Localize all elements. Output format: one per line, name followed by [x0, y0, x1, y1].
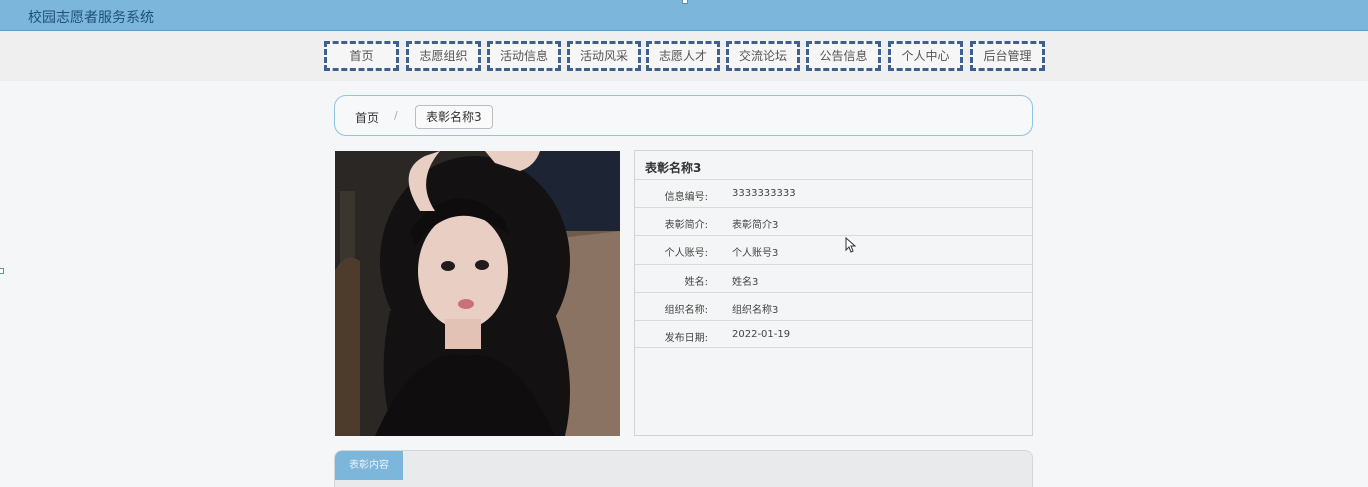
breadcrumb-current: 表彰名称3	[415, 105, 493, 129]
detail-row-org-name: 组织名称: 组织名称3	[635, 292, 1032, 320]
tab-award-content[interactable]: 表彰内容	[335, 451, 403, 480]
field-label: 个人账号:	[664, 248, 708, 259]
detail-row-name: 姓名: 姓名3	[635, 264, 1032, 292]
nav-item-activity-gallery[interactable]: 活动风采	[567, 41, 641, 71]
breadcrumb-separator: /	[394, 109, 398, 122]
resize-handle-left[interactable]	[0, 268, 4, 274]
field-label: 表彰简介:	[664, 220, 708, 231]
main-nav: 首页 志愿组织 活动信息 活动风采 志愿人才 交流论坛 公告信息 个人中心 后台…	[0, 31, 1368, 81]
field-value: 姓名3	[732, 277, 759, 288]
nav-item-home[interactable]: 首页	[324, 41, 399, 71]
detail-row-account: 个人账号: 个人账号3	[635, 235, 1032, 263]
detail-panel: 表彰名称3 信息编号: 3333333333 表彰简介: 表彰简介3 个人账号:…	[634, 150, 1033, 436]
site-title: 校园志愿者服务系统	[28, 10, 154, 26]
detail-row-info-id: 信息编号: 3333333333	[635, 179, 1032, 207]
nav-item-volunteer-talent[interactable]: 志愿人才	[646, 41, 720, 71]
nav-item-activity-info[interactable]: 活动信息	[487, 41, 561, 71]
field-value: 个人账号3	[732, 248, 779, 259]
nav-item-personal-center[interactable]: 个人中心	[888, 41, 963, 71]
detail-row-publish-date: 发布日期: 2022-01-19	[635, 320, 1032, 348]
nav-item-volunteer-org[interactable]: 志愿组织	[406, 41, 481, 71]
field-value: 3333333333	[732, 188, 796, 199]
breadcrumb-home-link[interactable]: 首页	[355, 109, 379, 126]
field-value: 表彰简介3	[732, 220, 779, 231]
nav-item-admin[interactable]: 后台管理	[970, 41, 1045, 71]
detail-row-award-intro: 表彰简介: 表彰简介3	[635, 207, 1032, 235]
award-photo	[335, 151, 620, 436]
field-label: 发布日期:	[664, 333, 708, 344]
breadcrumb: 首页 / 表彰名称3	[334, 95, 1033, 136]
detail-title: 表彰名称3	[645, 161, 702, 175]
portrait-image	[335, 151, 620, 436]
field-label: 信息编号:	[664, 192, 708, 203]
resize-handle-top[interactable]	[682, 0, 688, 4]
field-value: 组织名称3	[732, 305, 779, 316]
mouse-cursor-icon	[845, 237, 857, 253]
field-label: 组织名称:	[664, 305, 708, 316]
header-bar: 校园志愿者服务系统	[0, 0, 1368, 31]
field-label: 姓名:	[684, 277, 708, 288]
nav-item-announcements[interactable]: 公告信息	[806, 41, 881, 71]
field-value: 2022-01-19	[732, 329, 791, 340]
content-tabs: 表彰内容	[334, 450, 1033, 487]
nav-item-forum[interactable]: 交流论坛	[726, 41, 800, 71]
